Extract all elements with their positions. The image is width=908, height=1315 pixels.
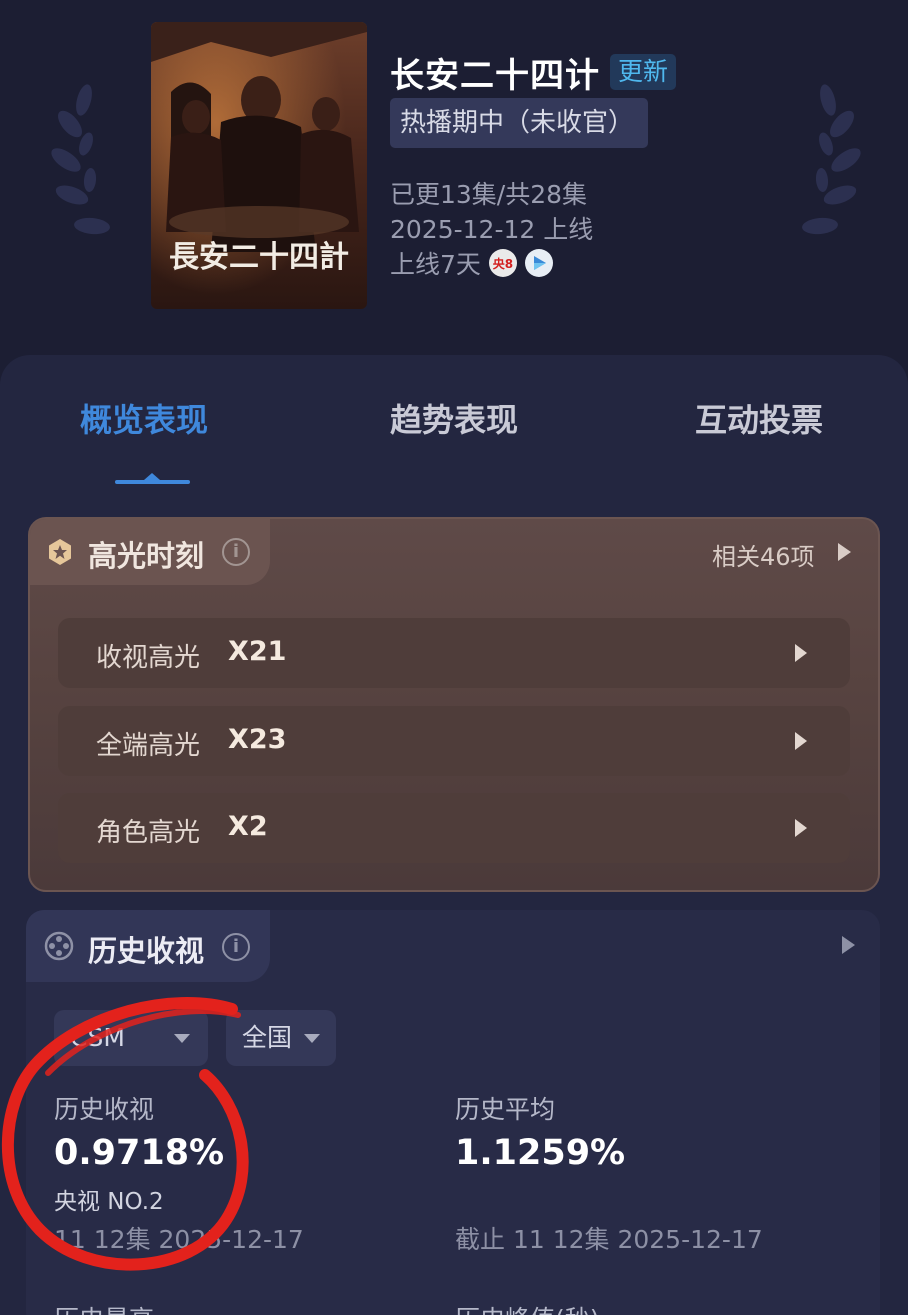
drama-poster[interactable]: 長安二十四計 [151, 22, 367, 309]
history-rating-value: 0.9718% [54, 1133, 225, 1173]
caret-down-icon [174, 1034, 190, 1043]
source-dropdown[interactable]: CSM [54, 1010, 208, 1066]
drama-title: 长安二十四计 [390, 55, 600, 96]
play-arrow-icon [795, 644, 807, 662]
highlight-row-value: X21 [228, 636, 287, 667]
caret-down-icon [304, 1034, 320, 1043]
status-tag: 热播期中（未收官） [390, 98, 648, 148]
region-dropdown[interactable]: 全国 [226, 1010, 336, 1066]
play-arrow-icon [795, 819, 807, 837]
star-badge-icon [49, 539, 71, 565]
highlight-row-ratings[interactable]: 收视高光 X21 [58, 618, 850, 688]
page: 長安二十四計 长安二十四计 更新 热播期中（未收官） 已更13集/共28集 20… [0, 0, 908, 1315]
history-peak-label: 历史最高 [54, 1300, 154, 1315]
history-average-label: 历史平均 [455, 1095, 556, 1124]
highlight-row-label: 角色高光 [96, 818, 201, 848]
laurel-left-icon [51, 84, 110, 235]
tab-trend[interactable]: 趋势表现 [390, 395, 518, 441]
play-arrow-icon[interactable] [842, 936, 855, 954]
play-arrow-icon[interactable] [838, 543, 851, 561]
history-rating-label: 历史收视 [54, 1095, 155, 1124]
tab-indicator-notch [144, 473, 160, 480]
cctv8-icon[interactable]: 央8 [488, 249, 517, 277]
episode-progress: 已更13集/共28集 [390, 180, 588, 209]
film-reel-icon [44, 931, 74, 961]
info-icon[interactable]: i [222, 538, 250, 566]
tab-overview[interactable]: 概览表现 [80, 395, 208, 441]
history-average-value: 1.1259% [455, 1133, 626, 1173]
highlight-row-label: 全端高光 [96, 731, 201, 761]
highlights-title: 高光时刻 [88, 539, 205, 573]
highlights-count[interactable]: 相关46项 [712, 537, 815, 572]
highlight-row-character[interactable]: 角色高光 X2 [58, 793, 850, 863]
highlight-row-all-platform[interactable]: 全端高光 X23 [58, 706, 850, 776]
highlight-row-value: X23 [228, 724, 287, 755]
history-average-date: 截止 11 12集 2025-12-17 [455, 1225, 763, 1254]
highlight-row-label: 收视高光 [96, 643, 201, 673]
source-dropdown-value: CSM [70, 1023, 125, 1052]
history-rating-date: 11 12集 2025-12-17 [54, 1225, 304, 1254]
history-rating-rank: 央视 NO.2 [54, 1189, 164, 1215]
premiere-date: 2025-12-12 上线 [390, 215, 594, 244]
days-online: 上线7天 [390, 250, 481, 279]
title-row: 长安二十四计 更新 [390, 50, 677, 96]
info-icon[interactable]: i [222, 933, 250, 961]
drama-header: 長安二十四計 长安二十四计 更新 热播期中（未收官） 已更13集/共28集 20… [0, 0, 908, 350]
days-online-row: 上线7天 央8 [390, 245, 553, 281]
update-badge: 更新 [610, 54, 677, 90]
highlight-row-value: X2 [228, 811, 268, 842]
streaming-icon[interactable] [524, 249, 553, 277]
region-dropdown-value: 全国 [242, 1023, 293, 1052]
poster-title: 長安二十四計 [169, 240, 349, 275]
history-title: 历史收视 [88, 934, 205, 968]
laurel-right-icon [802, 84, 861, 235]
tab-indicator [115, 480, 190, 484]
history-peak-second-label: 历史峰值(秒) [455, 1300, 600, 1315]
play-arrow-icon [795, 732, 807, 750]
tab-vote[interactable]: 互动投票 [695, 395, 823, 441]
svg-text:長安二十四計: 長安二十四計 [169, 240, 349, 275]
